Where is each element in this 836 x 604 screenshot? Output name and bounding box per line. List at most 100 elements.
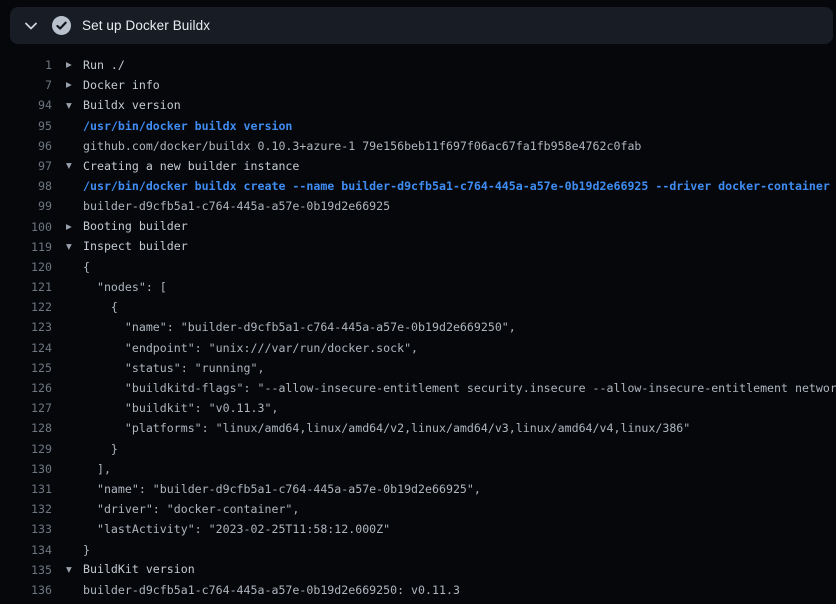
log-line: 133 "lastActivity": "2023-02-25T11:58:12…: [0, 519, 836, 539]
log-line: 96 github.com/docker/buildx 0.10.3+azure-…: [0, 136, 836, 156]
output-text: builder-d9cfb5a1-c764-445a-a57e-0b19d2e6…: [66, 580, 836, 600]
line-number[interactable]: 136: [0, 580, 52, 600]
group-title: BuildKit version: [83, 562, 195, 576]
log-line: 134}: [0, 540, 836, 560]
triangle-down-icon[interactable]: ▼: [66, 237, 83, 257]
command-text: /usr/bin/docker buildx create --name bui…: [66, 176, 836, 196]
log-line: 136 builder-d9cfb5a1-c764-445a-a57e-0b19d…: [0, 580, 836, 600]
log-line: 128 "platforms": "linux/amd64,linux/amd6…: [0, 418, 836, 438]
line-number[interactable]: 127: [0, 398, 52, 418]
log-line: 132 "driver": "docker-container",: [0, 499, 836, 519]
group-title: Creating a new builder instance: [83, 159, 299, 173]
step-title: Set up Docker Buildx: [82, 18, 210, 33]
log-line: 126 "buildkitd-flags": "--allow-insecure…: [0, 378, 836, 398]
line-number[interactable]: 100: [0, 217, 52, 237]
triangle-right-icon[interactable]: ▶: [66, 55, 83, 75]
line-number[interactable]: 125: [0, 358, 52, 378]
line-number[interactable]: 123: [0, 317, 52, 337]
log-group-toggle[interactable]: ▶Booting builder: [66, 216, 836, 237]
log-line: 135 ▼BuildKit version: [0, 560, 836, 580]
output-text: "name": "builder-d9cfb5a1-c764-445a-a57e…: [66, 479, 836, 499]
log-group-toggle[interactable]: ▼BuildKit version: [66, 559, 836, 580]
line-number[interactable]: 133: [0, 519, 52, 539]
group-title: Buildx version: [83, 98, 181, 112]
line-number[interactable]: 130: [0, 459, 52, 479]
log-group-toggle[interactable]: ▼Inspect builder: [66, 236, 836, 257]
line-number[interactable]: 120: [0, 257, 52, 277]
log-line: 127 "buildkit": "v0.11.3",: [0, 398, 836, 418]
line-number[interactable]: 99: [0, 196, 52, 216]
output-text: "endpoint": "unix:///var/run/docker.sock…: [66, 338, 836, 358]
log-line: 119 ▼Inspect builder: [0, 237, 836, 257]
group-title: Booting builder: [83, 219, 188, 233]
triangle-right-icon[interactable]: ▶: [66, 217, 83, 237]
line-number[interactable]: 96: [0, 136, 52, 156]
log-line: 97 ▼Creating a new builder instance: [0, 156, 836, 176]
output-text: }: [66, 439, 836, 459]
line-number[interactable]: 124: [0, 338, 52, 358]
output-text: "nodes": [: [66, 277, 836, 297]
log-line: 100 ▶Booting builder: [0, 217, 836, 237]
log-group-toggle[interactable]: ▶Docker info: [66, 75, 836, 96]
triangle-down-icon[interactable]: ▼: [66, 560, 83, 580]
log-line: 94 ▼Buildx version: [0, 95, 836, 115]
log-line: 121 "nodes": [: [0, 277, 836, 297]
output-text: }: [66, 540, 836, 560]
triangle-down-icon[interactable]: ▼: [66, 156, 83, 176]
workflow-log-panel: Set up Docker Buildx 1▶Run ./7▶Docker in…: [0, 0, 836, 604]
output-text: "lastActivity": "2023-02-25T11:58:12.000…: [66, 519, 836, 539]
log-line: 124 "endpoint": "unix:///var/run/docker.…: [0, 338, 836, 358]
output-text: ],: [66, 459, 836, 479]
log-line: 131 "name": "builder-d9cfb5a1-c764-445a-…: [0, 479, 836, 499]
triangle-right-icon[interactable]: ▶: [66, 75, 83, 95]
log-group-toggle[interactable]: ▼Creating a new builder instance: [66, 156, 836, 177]
log-line: 98/usr/bin/docker buildx create --name b…: [0, 176, 836, 196]
chevron-down-icon[interactable]: [18, 7, 44, 44]
output-text: "driver": "docker-container",: [66, 499, 836, 519]
log-line: 123 "name": "builder-d9cfb5a1-c764-445a-…: [0, 317, 836, 337]
line-number[interactable]: 126: [0, 378, 52, 398]
log-line: 99 builder-d9cfb5a1-c764-445a-a57e-0b19d2…: [0, 196, 836, 216]
log-lines: 1▶Run ./7▶Docker info94▼Buildx version95…: [0, 44, 836, 600]
output-text: builder-d9cfb5a1-c764-445a-a57e-0b19d2e6…: [66, 196, 836, 216]
output-text: "buildkitd-flags": "--allow-insecure-ent…: [66, 378, 836, 398]
output-text: "name": "builder-d9cfb5a1-c764-445a-a57e…: [66, 317, 836, 337]
line-number[interactable]: 1: [0, 55, 52, 75]
line-number[interactable]: 97: [0, 156, 52, 176]
log-line: 95/usr/bin/docker buildx version: [0, 116, 836, 136]
line-number[interactable]: 132: [0, 499, 52, 519]
output-text: "platforms": "linux/amd64,linux/amd64/v2…: [66, 418, 836, 438]
log-group-toggle[interactable]: ▶Run ./: [66, 55, 836, 76]
output-text: {: [66, 297, 836, 317]
line-number[interactable]: 94: [0, 95, 52, 115]
output-text: "status": "running",: [66, 358, 836, 378]
group-title: Run ./: [83, 58, 125, 72]
log-line: 125 "status": "running",: [0, 358, 836, 378]
check-circle-icon: [52, 16, 71, 35]
line-number[interactable]: 7: [0, 75, 52, 95]
command-text: /usr/bin/docker buildx version: [66, 116, 836, 136]
log-line: 122 {: [0, 297, 836, 317]
step-header[interactable]: Set up Docker Buildx: [10, 7, 833, 44]
log-line: 129 }: [0, 439, 836, 459]
line-number[interactable]: 135: [0, 560, 52, 580]
output-text: github.com/docker/buildx 0.10.3+azure-1 …: [66, 136, 836, 156]
group-title: Docker info: [83, 78, 160, 92]
output-text: "buildkit": "v0.11.3",: [66, 398, 836, 418]
line-number[interactable]: 95: [0, 116, 52, 136]
line-number[interactable]: 128: [0, 418, 52, 438]
line-number[interactable]: 119: [0, 237, 52, 257]
line-number[interactable]: 134: [0, 540, 52, 560]
output-text: {: [66, 257, 836, 277]
line-number[interactable]: 131: [0, 479, 52, 499]
line-number[interactable]: 121: [0, 277, 52, 297]
group-title: Inspect builder: [83, 239, 188, 253]
log-line: 7 ▶Docker info: [0, 75, 836, 95]
line-number[interactable]: 129: [0, 439, 52, 459]
log-line: 130 ],: [0, 459, 836, 479]
line-number[interactable]: 122: [0, 297, 52, 317]
log-group-toggle[interactable]: ▼Buildx version: [66, 95, 836, 116]
triangle-down-icon[interactable]: ▼: [66, 96, 83, 116]
log-line: 120 {: [0, 257, 836, 277]
line-number[interactable]: 98: [0, 176, 52, 196]
